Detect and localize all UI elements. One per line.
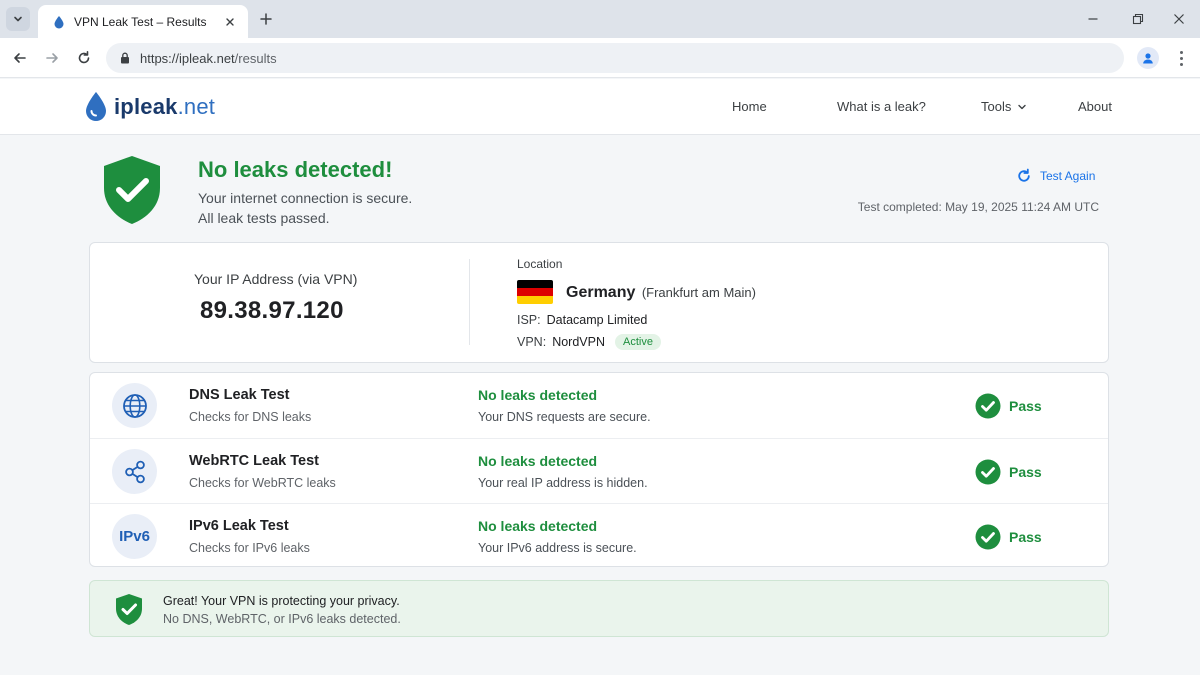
test-description: Checks for WebRTC leaks	[189, 476, 336, 490]
url-host: https://ipleak.net	[140, 50, 235, 66]
close-window-button[interactable]	[1170, 10, 1188, 28]
url-path: /results	[234, 50, 277, 66]
test-description: Checks for DNS leaks	[189, 410, 312, 424]
test-result: No leaks detected	[478, 453, 598, 469]
test-row-webrtc: WebRTC Leak Test Checks for WebRTC leaks…	[90, 438, 1108, 503]
test-status: Pass	[975, 459, 1042, 485]
nav-about[interactable]: About	[1078, 99, 1112, 114]
browser-tab-active[interactable]: VPN Leak Test – Results	[38, 5, 248, 38]
url-text: https://ipleak.net/results	[140, 51, 277, 66]
minimize-icon	[1088, 18, 1098, 20]
shield-check-icon	[116, 594, 142, 625]
share-icon	[112, 449, 157, 494]
vpn-value: NordVPN	[552, 335, 605, 349]
test-completed-timestamp: Test completed: May 19, 2025 11:24 AM UT…	[857, 200, 1099, 214]
droplet-favicon-icon	[52, 15, 66, 29]
tab-close-icon[interactable]	[222, 14, 238, 30]
nav-what-is-a-leak[interactable]: What is a leak?	[837, 99, 926, 114]
test-name: IPv6 Leak Test	[189, 518, 289, 534]
test-status: Pass	[975, 393, 1042, 419]
check-circle-icon	[975, 524, 1001, 550]
tab-search-button[interactable]	[6, 7, 30, 31]
ip-address-value: 89.38.97.120	[200, 297, 344, 324]
browser-toolbar: https://ipleak.net/results	[0, 38, 1200, 78]
ip-address-label: Your IP Address (via VPN)	[194, 271, 358, 287]
tab-title: VPN Leak Test – Results	[74, 14, 207, 29]
shield-check-icon	[104, 156, 160, 224]
test-result: No leaks detected	[478, 387, 598, 403]
logo-main: ipleak	[114, 94, 178, 119]
chevron-down-icon	[1018, 104, 1027, 109]
lock-icon	[118, 51, 132, 65]
pass-label: Pass	[1009, 398, 1042, 414]
test-again-button[interactable]: Test Again	[1016, 168, 1095, 184]
country-name: Germany	[566, 284, 636, 301]
restore-window-button[interactable]	[1129, 10, 1147, 28]
status-title: No leaks detected!	[198, 157, 393, 182]
ipv6-icon: IPv6	[112, 514, 157, 559]
address-bar[interactable]: https://ipleak.net/results	[106, 43, 1124, 73]
pass-label: Pass	[1009, 529, 1042, 545]
browser-tabstrip: VPN Leak Test – Results	[0, 0, 1200, 38]
location-city: (Frankfurt am Main)	[641, 285, 756, 300]
vpn-label: VPN:	[517, 335, 547, 349]
test-result: No leaks detected	[478, 518, 598, 534]
restore-icon	[1132, 13, 1144, 25]
test-status: Pass	[975, 524, 1042, 550]
isp-value: Datacamp Limited	[546, 313, 648, 327]
test-again-label: Test Again	[1040, 169, 1096, 183]
logo-text: ipleak.net	[114, 94, 215, 120]
location-country: Germany (Frankfurt am Main)	[566, 284, 756, 302]
status-line-secure: Your internet connection is secure.	[198, 190, 413, 206]
droplet-logo-icon	[86, 92, 106, 121]
arrow-right-icon	[46, 53, 58, 63]
leak-tests-card: DNS Leak Test Checks for DNS leaks No le…	[89, 372, 1109, 567]
site-logo[interactable]: ipleak.net	[84, 91, 215, 123]
vpn-row: VPN: NordVPN Active	[517, 334, 661, 350]
privacy-banner: Great! Your VPN is protecting your priva…	[89, 580, 1109, 637]
close-icon	[1174, 14, 1184, 24]
arrow-left-icon	[14, 53, 26, 63]
browser-menu-button[interactable]	[1176, 48, 1186, 68]
test-detail: Your IPv6 address is secure.	[478, 541, 637, 555]
nav-tools[interactable]: Tools	[981, 99, 1027, 114]
banner-subtitle: No DNS, WebRTC, or IPv6 leaks detected.	[163, 612, 401, 626]
test-name: WebRTC Leak Test	[189, 453, 319, 469]
back-button[interactable]	[10, 48, 30, 68]
nav-tools-label: Tools	[981, 99, 1012, 114]
chevron-down-icon	[14, 16, 22, 22]
reload-icon	[78, 51, 90, 64]
logo-tld: .net	[177, 94, 216, 119]
ipv6-icon-text: IPv6	[119, 528, 150, 545]
check-circle-icon	[975, 459, 1001, 485]
check-circle-icon	[975, 393, 1001, 419]
profile-button[interactable]	[1137, 47, 1159, 69]
reload-button[interactable]	[74, 48, 94, 68]
location-label: Location	[517, 257, 563, 271]
plus-icon	[260, 13, 272, 25]
germany-flag-icon	[517, 280, 553, 304]
person-icon	[1143, 53, 1153, 64]
test-detail: Your real IP address is hidden.	[478, 476, 648, 490]
nav-home[interactable]: Home	[732, 99, 767, 114]
forward-button[interactable]	[42, 48, 62, 68]
isp-label: ISP:	[517, 313, 541, 327]
connection-info-card: Your IP Address (via VPN) 89.38.97.120 L…	[89, 242, 1109, 363]
banner-title: Great! Your VPN is protecting your priva…	[163, 594, 400, 608]
refresh-icon	[1018, 168, 1030, 182]
minimize-window-button[interactable]	[1084, 10, 1102, 28]
isp-row: ISP: Datacamp Limited	[517, 313, 647, 327]
globe-icon	[112, 383, 157, 428]
status-line-passed: All leak tests passed.	[198, 210, 330, 226]
vpn-status-badge: Active	[614, 334, 661, 350]
site-header: ipleak.net Home What is a leak? Tools Ab…	[0, 79, 1200, 135]
test-row-dns: DNS Leak Test Checks for DNS leaks No le…	[90, 373, 1108, 438]
test-name: DNS Leak Test	[189, 387, 290, 403]
new-tab-button[interactable]	[256, 9, 276, 29]
test-row-ipv6: IPv6 IPv6 Leak Test Checks for IPv6 leak…	[90, 503, 1108, 566]
pass-label: Pass	[1009, 464, 1042, 480]
card-divider	[469, 259, 470, 345]
test-detail: Your DNS requests are secure.	[478, 410, 651, 424]
test-description: Checks for IPv6 leaks	[189, 541, 310, 555]
